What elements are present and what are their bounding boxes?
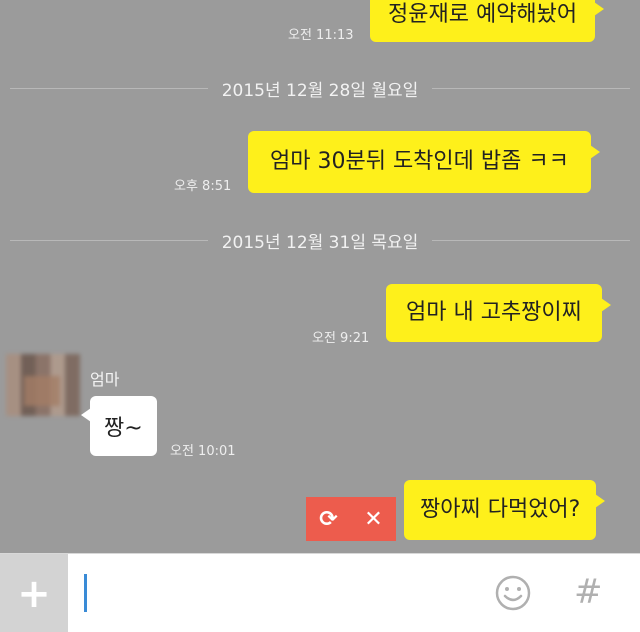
divider xyxy=(432,239,630,241)
date-separator: 2015년 12월 31일 목요일 xyxy=(10,228,630,253)
avatar[interactable] xyxy=(6,354,80,416)
input-bar: + # xyxy=(0,553,640,632)
hash-tag-button[interactable]: # xyxy=(574,572,603,612)
message-bubble-received[interactable]: 짱~ xyxy=(81,396,157,456)
retry-icon[interactable]: ⟳ xyxy=(319,507,337,532)
message-time: 오전 9:21 xyxy=(312,331,370,346)
smile-icon[interactable] xyxy=(494,574,532,612)
date-separator: 2015년 12월 28일 월요일 xyxy=(10,76,630,101)
plus-button[interactable]: + xyxy=(0,554,68,632)
message-text: 짱아찌 다먹었어? xyxy=(420,497,581,522)
chat-area[interactable]: 정윤재로 예약해놨어 오전 11:13 2015년 12월 28일 월요일 엄마… xyxy=(0,0,640,553)
sender-name: 엄마 xyxy=(90,370,120,389)
date-label: 2015년 12월 28일 월요일 xyxy=(221,80,419,101)
message-text: 짱~ xyxy=(104,416,143,441)
message-bubble-sent[interactable]: 엄마 30분뒤 도착인데 밥좀 ㅋㅋ xyxy=(248,131,600,193)
divider xyxy=(10,239,208,241)
failed-message-actions: ⟳ ✕ xyxy=(306,497,396,541)
divider xyxy=(10,87,208,89)
message-bubble-sent[interactable]: 짱아찌 다먹었어? xyxy=(404,480,606,540)
divider xyxy=(432,87,630,89)
message-input[interactable] xyxy=(84,574,87,612)
message-text: 정윤재로 예약해놨어 xyxy=(388,2,578,27)
message-text: 엄마 30분뒤 도착인데 밥좀 ㅋㅋ xyxy=(270,149,569,174)
date-label: 2015년 12월 31일 목요일 xyxy=(221,232,419,253)
message-time: 오전 10:01 xyxy=(170,444,236,459)
message-time: 오전 11:13 xyxy=(288,28,354,43)
message-time: 오후 8:51 xyxy=(174,179,232,194)
message-bubble-sent[interactable]: 엄마 내 고추짱이찌 xyxy=(386,284,611,342)
message-text: 엄마 내 고추짱이찌 xyxy=(406,300,582,325)
close-icon[interactable]: ✕ xyxy=(364,507,382,532)
message-bubble-sent[interactable]: 정윤재로 예약해놨어 xyxy=(370,0,605,42)
